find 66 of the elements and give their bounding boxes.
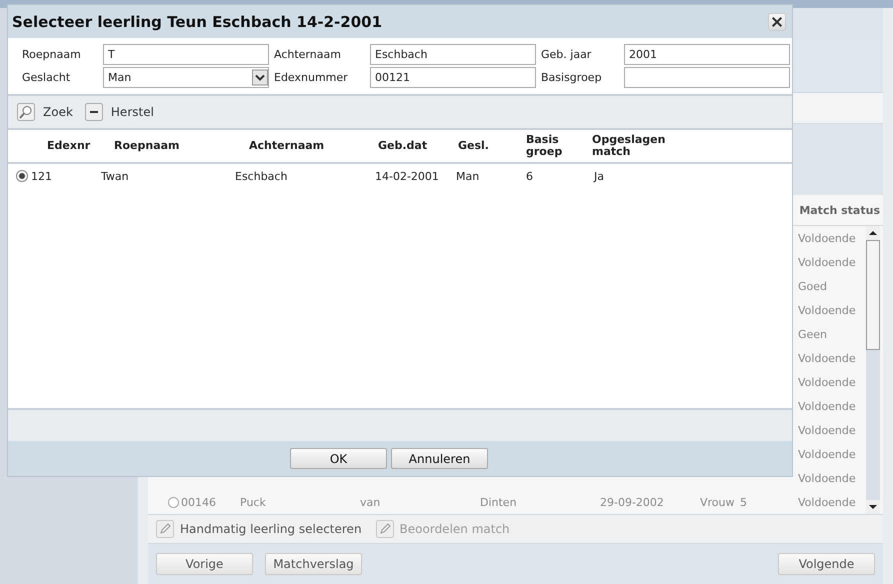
table-cell: 14-02-2001 bbox=[375, 170, 439, 182]
table-cell: Voldoende bbox=[798, 304, 856, 316]
minus-icon[interactable] bbox=[84, 103, 103, 121]
nav-button[interactable]: Vorige bbox=[156, 553, 253, 575]
field-label: Achternaam bbox=[274, 48, 342, 61]
toolbar-link[interactable]: Herstel bbox=[110, 105, 154, 119]
table-cell: Dinten bbox=[480, 496, 517, 508]
toolbar-link[interactable]: Zoek bbox=[43, 105, 73, 119]
table-cell: Puck bbox=[240, 496, 266, 508]
table-cell: 6 bbox=[526, 170, 533, 182]
scroll-down-icon[interactable] bbox=[866, 500, 880, 514]
table-cell: Man bbox=[456, 170, 480, 182]
table-cell: Eschbach bbox=[235, 170, 288, 182]
field-label: Roepnaam bbox=[22, 48, 82, 61]
table-cell: Voldoende bbox=[798, 496, 856, 508]
table-cell: Voldoende bbox=[798, 400, 856, 412]
dropdown[interactable]: Man bbox=[103, 67, 269, 88]
table-cell: 00146 bbox=[181, 496, 216, 508]
dialog-button[interactable]: Annuleren bbox=[391, 448, 488, 469]
field-label: Geslacht bbox=[22, 71, 72, 84]
input-field[interactable] bbox=[624, 67, 790, 88]
table-cell: Voldoende bbox=[798, 472, 856, 484]
input-field[interactable]: Eschbach bbox=[370, 44, 536, 65]
table-cell: Voldoende bbox=[798, 232, 856, 244]
column-header: Gesl. bbox=[457, 140, 490, 152]
scroll-up-icon[interactable] bbox=[866, 226, 880, 240]
nav-button[interactable]: Matchverslag bbox=[265, 553, 362, 575]
close-button[interactable] bbox=[768, 12, 786, 30]
table-cell: Voldoende bbox=[798, 424, 856, 436]
scrollbar[interactable] bbox=[866, 226, 880, 514]
column-header: Achternaam bbox=[248, 140, 326, 152]
action-link[interactable]: Handmatig leerling selecteren bbox=[180, 522, 362, 536]
table-cell: Voldoende bbox=[798, 376, 856, 388]
table-cell: 121 bbox=[31, 170, 52, 182]
close-icon[interactable] bbox=[771, 16, 783, 28]
field-label: Basisgroep bbox=[541, 71, 603, 84]
column-header: Opgeslagen match bbox=[592, 134, 666, 158]
input-field[interactable]: T bbox=[103, 44, 269, 65]
table-cell: Voldoende bbox=[798, 256, 856, 268]
scroll-thumb[interactable] bbox=[866, 240, 880, 350]
radio-button[interactable] bbox=[16, 170, 28, 182]
nav-button[interactable]: Volgende bbox=[778, 553, 875, 575]
dialog-button[interactable]: OK bbox=[290, 448, 387, 469]
table-cell: Goed bbox=[798, 280, 828, 292]
table-cell: Voldoende bbox=[798, 448, 856, 460]
table-cell: Voldoende bbox=[798, 352, 856, 364]
table-cell: Twan bbox=[101, 170, 129, 182]
column-header: Geb.dat bbox=[377, 140, 428, 152]
radio-button[interactable] bbox=[168, 496, 179, 508]
column-header: Edexnr bbox=[46, 140, 92, 152]
caret-icon[interactable] bbox=[252, 69, 268, 86]
input-field[interactable]: 2001 bbox=[624, 44, 790, 65]
search-icon[interactable] bbox=[17, 103, 35, 121]
table-cell: van bbox=[360, 496, 380, 508]
table-cell: 29-09-2002 bbox=[600, 496, 664, 508]
table-cell: Ja bbox=[594, 170, 604, 182]
field-label: Edexnummer bbox=[274, 71, 349, 84]
column-header: Basis groep bbox=[525, 134, 564, 158]
table-cell: Geen bbox=[798, 328, 828, 340]
column-header: Roepnaam bbox=[113, 140, 181, 152]
table-cell: 5 bbox=[740, 496, 747, 508]
field-label: Geb. jaar bbox=[541, 48, 592, 61]
column-header: Match status bbox=[799, 204, 880, 216]
dialog-title: Selecteer leerling Teun Eschbach 14-2-2001 bbox=[12, 12, 382, 30]
table-cell: Vrouw bbox=[700, 496, 735, 508]
input-field[interactable]: 00121 bbox=[370, 67, 536, 88]
